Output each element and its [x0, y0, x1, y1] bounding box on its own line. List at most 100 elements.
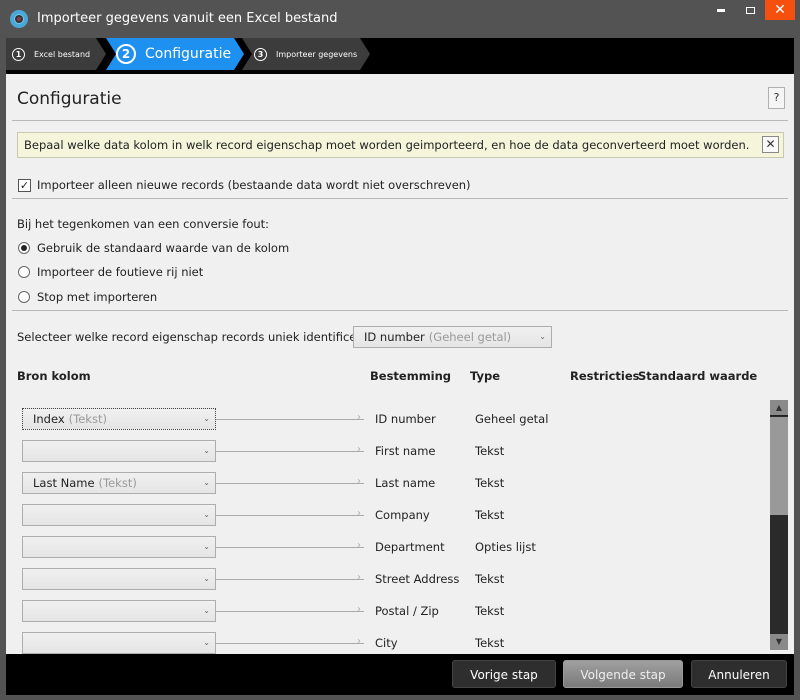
import-dialog-window: Importeer gegevens vanuit een Excel best…: [0, 0, 800, 700]
select-value-type: (Tekst): [98, 476, 137, 490]
select-value: Index: [33, 412, 65, 426]
app-logo-icon: [10, 10, 28, 28]
column-header-source: Bron kolom: [17, 369, 91, 383]
info-close-button[interactable]: ✕: [762, 136, 779, 153]
divider: [12, 198, 788, 199]
destination-property: Last name: [375, 476, 436, 490]
import-only-new-label: Importeer alleen nieuwe records (bestaan…: [37, 178, 471, 192]
radio-button[interactable]: [18, 291, 30, 303]
chevron-down-icon: ⌄: [203, 542, 210, 551]
column-header-type: Type: [470, 369, 501, 383]
scroll-down-arrow-icon[interactable]: ▼: [770, 634, 788, 650]
step-label: Excel bestand: [34, 49, 91, 59]
previous-step-button[interactable]: Vorige stap: [452, 660, 556, 688]
step-number-icon: 2: [116, 44, 136, 64]
source-column-select[interactable]: Last Name (Tekst) ⌄: [22, 472, 216, 494]
maximize-button[interactable]: [736, 0, 764, 20]
arrow-right-icon: ›: [357, 412, 361, 423]
select-value-type: (Tekst): [68, 412, 107, 426]
radio-use-default[interactable]: Gebruik de standaard waarde van de kolom: [18, 241, 289, 255]
property-type: Geheel getal: [475, 412, 549, 426]
mapping-row: ⌄ › Street Address Tekst: [6, 568, 766, 590]
radio-button[interactable]: [18, 266, 30, 278]
destination-property: Department: [375, 540, 445, 554]
unique-identifier-select[interactable]: ID number (Geheel getal) ⌄: [353, 326, 552, 348]
mapping-arrow-line: [216, 611, 364, 612]
mapping-row: ⌄ › City Tekst: [6, 632, 766, 654]
radio-stop-import[interactable]: Stop met importeren: [18, 290, 157, 304]
maximize-icon: [745, 7, 755, 14]
help-button[interactable]: ?: [768, 87, 785, 109]
mapping-arrow-line: [216, 643, 364, 644]
dialog-footer: Vorige stap Volgende stap Annuleren: [6, 654, 794, 695]
minimize-button[interactable]: [706, 0, 736, 20]
mapping-arrow-line: [216, 515, 364, 516]
mapping-arrow-line: [216, 579, 364, 580]
chevron-down-icon: ⌄: [203, 638, 210, 647]
property-type: Tekst: [475, 476, 505, 490]
mapping-row: ⌄ › First name Tekst: [6, 440, 766, 462]
arrow-right-icon: ›: [357, 540, 361, 551]
source-column-select[interactable]: ⌄: [22, 568, 216, 590]
divider: [12, 120, 788, 121]
conversion-error-label: Bij het tegenkomen van een conversie fou…: [17, 217, 270, 231]
chevron-down-icon: ⌄: [203, 478, 210, 487]
window-title: Importeer gegevens vanuit een Excel best…: [37, 11, 338, 26]
radio-label: Gebruik de standaard waarde van de kolom: [37, 241, 290, 255]
chevron-down-icon: ⌄: [203, 414, 210, 423]
radio-button-selected[interactable]: [18, 242, 30, 254]
arrow-right-icon: ›: [357, 604, 361, 615]
mapping-row: ⌄ › Company Tekst: [6, 504, 766, 526]
info-text: Bepaal welke data kolom in welk record e…: [24, 138, 750, 152]
close-window-button[interactable]: ✕: [765, 0, 795, 20]
scroll-up-arrow-icon[interactable]: ▲: [770, 400, 788, 416]
radio-skip-row[interactable]: Importeer de foutieve rij niet: [18, 265, 203, 279]
step-excel-bestand[interactable]: 1 Excel bestand: [6, 38, 106, 70]
column-header-destination: Bestemming: [370, 369, 452, 383]
arrow-right-icon: ›: [357, 444, 361, 455]
mapping-row: ⌄ › Department Opties lijst: [6, 536, 766, 558]
step-label: Configuratie: [145, 46, 232, 62]
source-column-select[interactable]: ⌄: [22, 632, 216, 654]
select-value: Last Name: [33, 476, 95, 490]
import-only-new-checkbox[interactable]: ✓: [18, 178, 31, 192]
divider: [12, 310, 788, 311]
mapping-arrow-line: [216, 419, 364, 420]
chevron-down-icon: ⌄: [539, 332, 546, 341]
mapping-arrow-line: [216, 547, 364, 548]
cancel-button[interactable]: Annuleren: [691, 660, 787, 688]
mapping-list-scrollbar[interactable]: ▲ ▼: [770, 400, 788, 650]
arrow-right-icon: ›: [357, 572, 361, 583]
source-column-select[interactable]: Index (Tekst) ⌄: [22, 408, 216, 430]
source-column-select[interactable]: ⌄: [22, 440, 216, 462]
property-type: Tekst: [475, 444, 505, 458]
destination-property: ID number: [375, 412, 436, 426]
mapping-row: Index (Tekst) ⌄ › ID number Geheel getal: [6, 408, 766, 430]
wizard-steps: 1 Excel bestand 3 Importeer gegevens 2 C…: [6, 38, 794, 74]
column-header-restrictions: Restricties: [570, 369, 640, 383]
page-title: Configuratie: [17, 89, 122, 109]
mapping-arrow-line: [216, 451, 364, 452]
arrow-right-icon: ›: [357, 636, 361, 647]
destination-property: Company: [375, 508, 430, 522]
radio-label: Stop met importeren: [37, 290, 158, 304]
import-only-new-checkbox-row[interactable]: ✓ Importeer alleen nieuwe records (besta…: [18, 178, 471, 192]
chevron-down-icon: ⌄: [203, 510, 210, 519]
step-configuratie-active[interactable]: 2 Configuratie: [106, 38, 244, 70]
source-column-select[interactable]: ⌄: [22, 600, 216, 622]
source-column-select[interactable]: ⌄: [22, 504, 216, 526]
step-importeer-gegevens[interactable]: 3 Importeer gegevens: [242, 38, 370, 70]
property-type: Tekst: [475, 604, 505, 618]
column-header-default-value: Standaard waarde: [638, 369, 758, 383]
step-number-icon: 3: [254, 48, 267, 61]
mapping-arrow-line: [216, 483, 364, 484]
mapping-row: Last Name (Tekst) ⌄ › Last name Tekst: [6, 472, 766, 494]
radio-label: Importeer de foutieve rij niet: [37, 265, 204, 279]
minimize-icon: [717, 9, 725, 12]
source-column-select[interactable]: ⌄: [22, 536, 216, 558]
info-banner: Bepaal welke data kolom in welk record e…: [17, 132, 784, 158]
title-bar[interactable]: Importeer gegevens vanuit een Excel best…: [0, 0, 800, 38]
next-step-button[interactable]: Volgende stap: [563, 660, 683, 688]
property-type: Tekst: [475, 572, 505, 586]
scrollbar-thumb[interactable]: [770, 417, 788, 515]
